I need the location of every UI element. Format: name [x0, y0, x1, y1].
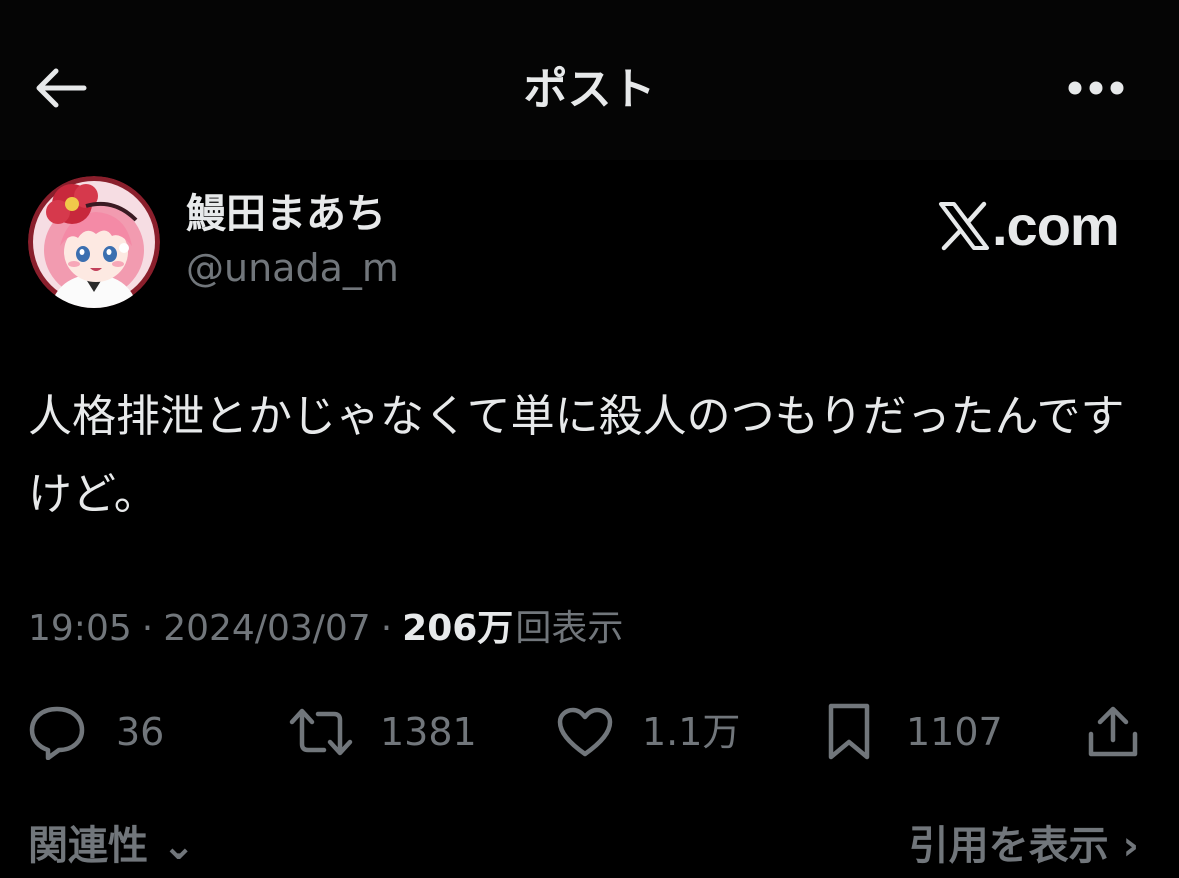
repost-count: 1381 [380, 710, 477, 754]
top-navigation-bar: ポスト [0, 0, 1179, 160]
page-title: ポスト [523, 64, 656, 115]
like-button[interactable]: 1.1万 [556, 696, 740, 768]
reply-button[interactable]: 36 [28, 696, 164, 768]
back-button[interactable] [28, 60, 92, 116]
views-count[interactable]: 206万 [402, 602, 513, 656]
reply-count: 36 [116, 710, 165, 754]
reply-icon [28, 704, 86, 760]
x-logo-icon [939, 201, 989, 251]
more-options-button[interactable] [1060, 62, 1132, 114]
like-count: 1.1万 [642, 710, 741, 754]
share-button[interactable] [1086, 696, 1140, 768]
repost-icon [288, 706, 354, 758]
meta-separator: · [380, 608, 393, 649]
avatar-image [28, 176, 160, 308]
xcom-watermark: .com [938, 192, 1120, 260]
bookmark-icon [826, 702, 872, 762]
tweet-text: 人格排泄とかじゃなくて単に殺人のつもりだったんですけど。 [28, 391, 1125, 520]
more-horizontal-icon [1068, 81, 1124, 95]
views-label: 回表示 [515, 608, 624, 649]
action-bar: 36 1381 1.1万 1107 [0, 696, 1179, 768]
arrow-left-icon [36, 68, 87, 108]
meta-separator: · [141, 608, 154, 649]
bookmark-count: 1107 [906, 710, 1003, 754]
share-icon [1086, 704, 1140, 760]
watermark-text: .com [992, 194, 1120, 257]
tweet-time[interactable]: 19:05 [28, 602, 132, 656]
tweet-meta: 19:05 · 2024/03/07 · 206万 回表示 [28, 602, 623, 656]
sort-relevance-button[interactable]: 関連性 ⌄ [28, 818, 195, 874]
tweet-date[interactable]: 2024/03/07 [163, 602, 371, 656]
bookmark-button[interactable]: 1107 [826, 696, 1003, 768]
replies-controls: 関連性 ⌄ 引用を表示 › [0, 818, 1179, 878]
view-quotes-link[interactable]: 引用を表示 › [909, 818, 1139, 874]
heart-icon [556, 706, 614, 758]
author-handle[interactable]: @unada_m [186, 240, 399, 296]
avatar[interactable] [28, 176, 160, 308]
repost-button[interactable]: 1381 [288, 696, 477, 768]
author-display-name[interactable]: 鰻田まあち [186, 186, 386, 242]
